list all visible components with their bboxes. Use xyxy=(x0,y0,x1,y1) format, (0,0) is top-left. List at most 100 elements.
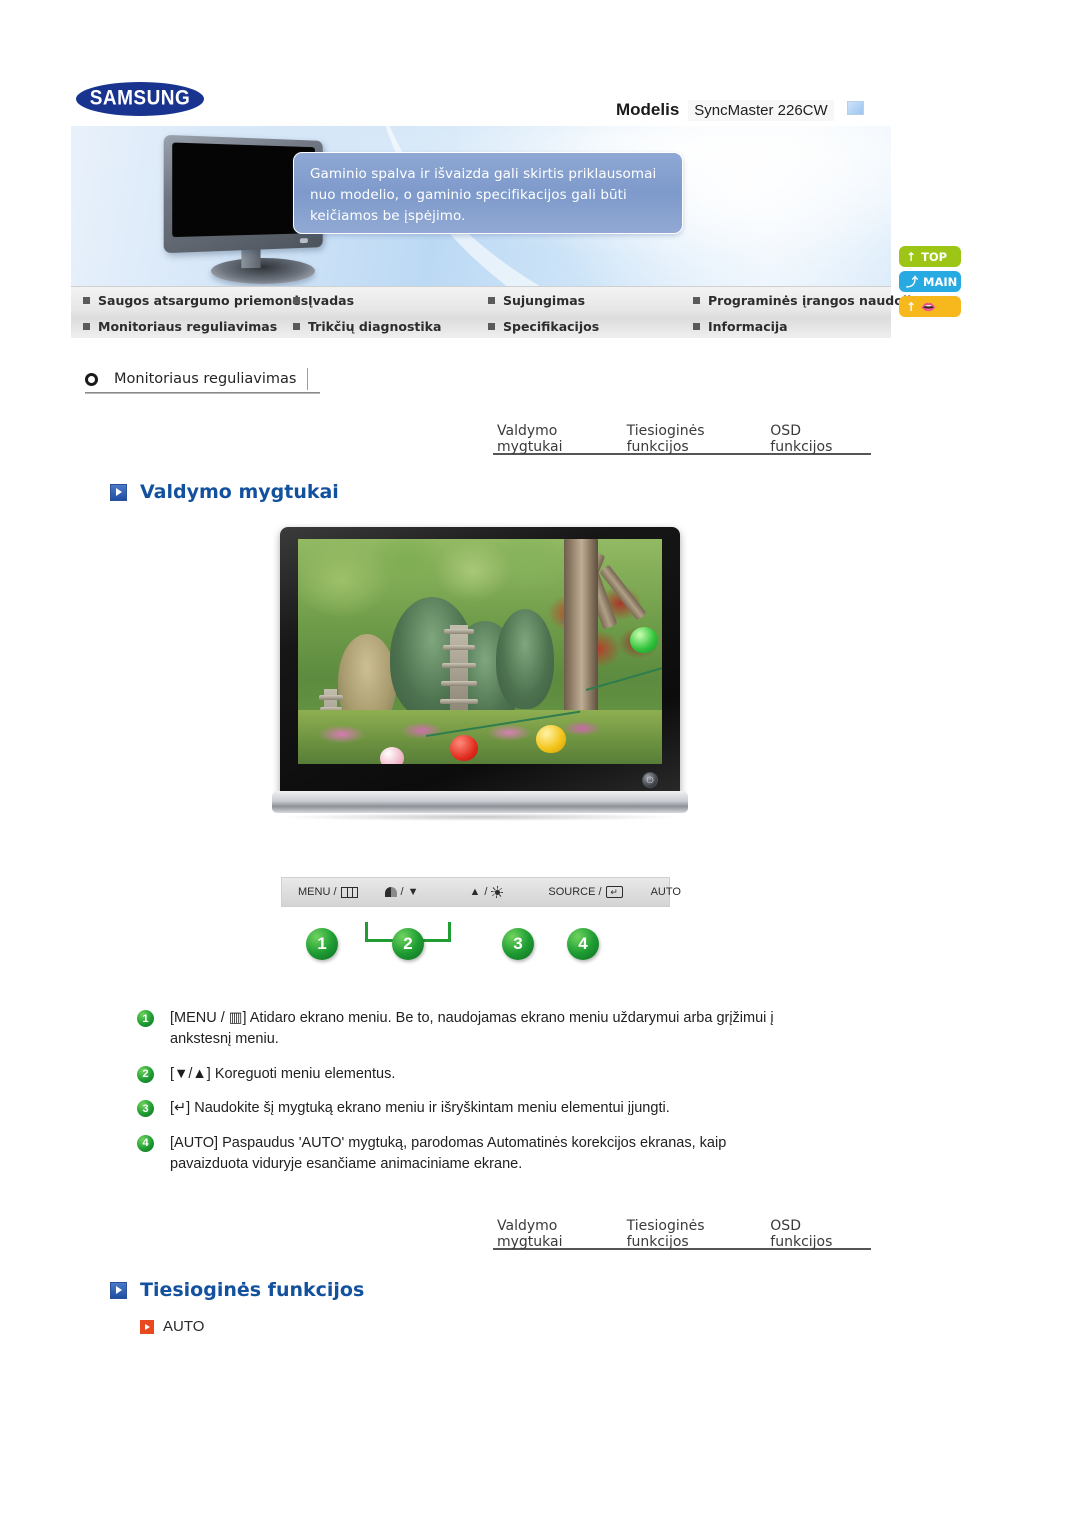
control-up-button[interactable]: ▲ / xyxy=(469,886,504,898)
side-nav-buttons: ↑ TOP ⤴ MAIN ↑ 👄 xyxy=(899,246,961,321)
lantern-pink xyxy=(380,747,404,764)
bullet-icon xyxy=(83,296,90,304)
monitor-illustration-base xyxy=(211,258,315,284)
description-list: 1 [MENU / ▥] Atidaro ekrano meniu. Be to… xyxy=(137,1008,777,1189)
bullet-icon xyxy=(293,296,300,304)
list-item-text: [↵] Naudokite šį mygtuką ekrano meniu ir… xyxy=(170,1100,670,1117)
monitor-shadow xyxy=(282,813,678,821)
list-item-number: 1 xyxy=(137,1010,154,1027)
arrow-branch-icon: ⤴ xyxy=(906,274,919,289)
nav-item-programines-irangos[interactable]: Programinės įrangos naudojimas xyxy=(693,293,940,308)
bullet-icon xyxy=(693,296,700,304)
heading-valdymo-mygtukai: Valdymo mygtukai xyxy=(110,481,339,503)
manual-page: SAMSUNG Modelis SyncMaster 226CW Gaminio… xyxy=(0,0,1080,1528)
samsung-logo-text: SAMSUNG xyxy=(89,86,191,111)
model-value: SyncMaster 226CW xyxy=(688,100,834,121)
samsung-logo: SAMSUNG xyxy=(76,82,204,116)
control-up-label: / xyxy=(484,886,488,898)
tab-osd-funkcijos[interactable]: OSD funkcijos xyxy=(770,421,867,455)
arrow-up-icon: ↑ xyxy=(906,249,917,264)
arrow-up-icon: ↑ xyxy=(906,299,917,314)
heading-text: Tiesioginės funkcijos xyxy=(140,1279,365,1301)
list-item-number: 2 xyxy=(137,1065,154,1083)
bullet-icon xyxy=(693,322,700,330)
sun-icon xyxy=(491,886,504,898)
tab-tiesiogines-funkcijos[interactable]: Tiesioginės funkcijos xyxy=(627,1216,771,1250)
callout-badge-2: 2 xyxy=(392,928,424,960)
list-item: 3 [↵] Naudokite šį mygtuką ekrano meniu … xyxy=(137,1098,777,1119)
model-chip-icon xyxy=(846,101,864,115)
tab-bar-bottom: Valdymo mygtukai Tiesioginės funkcijos O… xyxy=(493,1216,871,1250)
nav-item-label: Sujungimas xyxy=(503,292,586,308)
bullet-icon xyxy=(293,322,300,330)
heading-tiesiogines-funkcijos: Tiesioginės funkcijos xyxy=(110,1279,364,1301)
section-header-divider xyxy=(307,368,308,390)
tab-tiesiogines-funkcijos[interactable]: Tiesioginės funkcijos xyxy=(627,421,771,455)
list-item: 1 [MENU / ▥] Atidaro ekrano meniu. Be to… xyxy=(137,1008,777,1051)
main-button[interactable]: ⤴ MAIN xyxy=(899,271,961,292)
product-banner: Gaminio spalva ir išvaizda gali skirtis … xyxy=(71,126,891,286)
triangle-down-icon: ▼ xyxy=(407,886,419,898)
nav-item-ivadas[interactable]: Įvadas xyxy=(293,293,488,308)
lantern-yellow xyxy=(536,725,566,753)
subheading-auto: AUTO xyxy=(140,1318,204,1335)
nav-item-saugos[interactable]: Saugos atsargumo priemonės xyxy=(83,293,308,308)
control-button-strip: MENU / / ▼ ▲ / SOURCE / AUTO xyxy=(281,877,681,907)
nav-item-monitoriaus-reguliavimas[interactable]: Monitoriaus reguliavimas xyxy=(83,319,293,334)
list-item-number: 3 xyxy=(137,1100,154,1118)
play-arrow-blue-icon xyxy=(110,1281,127,1299)
book-icon: 👄 xyxy=(921,299,937,314)
nav-item-sujungimas[interactable]: Sujungimas xyxy=(488,293,693,308)
brightness-half-icon xyxy=(384,887,397,897)
nav-item-specifikacijos[interactable]: Specifikacijos xyxy=(488,319,693,334)
top-button[interactable]: ↑ TOP xyxy=(899,246,961,267)
play-arrow-orange-icon xyxy=(140,1319,154,1334)
tab-bar-top: Valdymo mygtukai Tiesioginės funkcijos O… xyxy=(493,421,871,455)
control-source-button[interactable]: SOURCE / xyxy=(548,886,623,898)
list-item: 2 [▼/▲] Koreguoti meniu elementus. xyxy=(137,1064,777,1085)
callout-badge-1: 1 xyxy=(306,928,338,960)
nav-item-label: Saugos atsargumo priemonės xyxy=(98,292,309,308)
top-button-label: TOP xyxy=(921,249,948,264)
bullet-icon xyxy=(488,322,495,330)
back-button[interactable]: ↑ 👄 xyxy=(899,296,961,317)
section-header-rule xyxy=(85,393,320,394)
list-item-text: [AUTO] Paspaudus 'AUTO' mygtuką, parodom… xyxy=(170,1134,727,1173)
callout-badges: 1 2 3 4 xyxy=(281,918,670,968)
flower-bed xyxy=(298,710,662,764)
notice-text: Gaminio spalva ir išvaizda gali skirtis … xyxy=(310,166,657,224)
garden-scene-image xyxy=(298,539,662,764)
triangle-up-icon: ▲ xyxy=(469,886,481,898)
model-label: Modelis xyxy=(616,100,680,119)
nav-item-trikciu-diagnostika[interactable]: Trikčių diagnostika xyxy=(293,319,488,334)
tab-valdymo-mygtukai[interactable]: Valdymo mygtukai xyxy=(497,421,627,455)
nav-item-label: Specifikacijos xyxy=(503,318,600,334)
subheading-text: AUTO xyxy=(163,1318,205,1335)
monitor-bezel xyxy=(280,527,680,797)
control-down-label: / xyxy=(400,886,404,898)
monitor-illustration-power-icon xyxy=(299,238,308,244)
list-item: 4 [AUTO] Paspaudus 'AUTO' mygtuką, parod… xyxy=(137,1133,777,1176)
bullet-icon xyxy=(488,296,495,304)
control-menu-label: MENU / xyxy=(298,886,337,898)
play-arrow-blue-icon xyxy=(110,483,127,501)
menu-grid-icon xyxy=(340,886,358,898)
control-menu-button[interactable]: MENU / xyxy=(298,886,358,898)
monitor-photo xyxy=(272,527,688,829)
notice-bubble: Gaminio spalva ir išvaizda gali skirtis … xyxy=(293,152,683,234)
main-nav: Saugos atsargumo priemonės Įvadas Sujung… xyxy=(71,286,940,338)
monitor-stand xyxy=(272,791,688,813)
nav-item-label: Trikčių diagnostika xyxy=(308,318,442,334)
control-down-button[interactable]: / ▼ xyxy=(384,886,419,898)
callout-badge-3: 3 xyxy=(502,928,534,960)
list-item-text: [▼/▲] Koreguoti meniu elementus. xyxy=(170,1065,396,1082)
section-title: Monitoriaus reguliavimas xyxy=(114,371,297,387)
monitor-screen xyxy=(298,539,662,764)
tab-osd-funkcijos[interactable]: OSD funkcijos xyxy=(770,1216,867,1250)
list-item-text: [MENU / ▥] Atidaro ekrano meniu. Be to, … xyxy=(170,1010,774,1048)
enter-key-icon xyxy=(605,886,623,898)
nav-item-informacija[interactable]: Informacija xyxy=(693,319,903,334)
nav-item-label: Monitoriaus reguliavimas xyxy=(98,318,278,334)
tab-valdymo-mygtukai[interactable]: Valdymo mygtukai xyxy=(497,1216,627,1250)
control-auto-button[interactable]: AUTO xyxy=(651,886,681,898)
